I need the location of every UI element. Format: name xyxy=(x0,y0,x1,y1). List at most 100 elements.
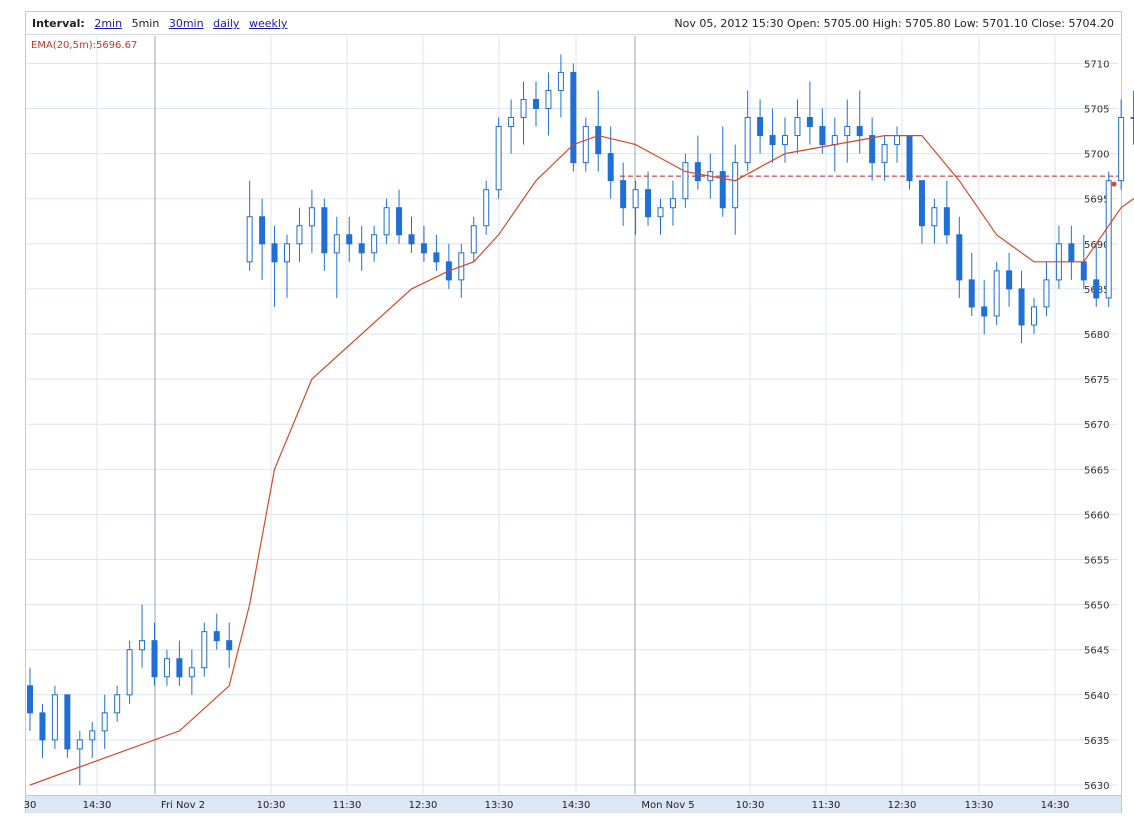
x-tick-label: Fri Nov 2 xyxy=(161,800,205,811)
candle-body xyxy=(943,207,950,236)
y-tick-label: 5660 xyxy=(1084,510,1109,521)
candle-body xyxy=(139,640,146,651)
candle-body xyxy=(769,135,776,146)
candle-body xyxy=(744,117,751,164)
x-tick-label: 10:30 xyxy=(736,800,765,811)
candle-body xyxy=(595,126,602,155)
candle-body xyxy=(1118,117,1125,182)
candle-body xyxy=(470,225,477,254)
candle-body xyxy=(520,98,527,119)
y-tick-label: 5705 xyxy=(1084,105,1109,116)
y-tick-label: 5710 xyxy=(1084,59,1109,70)
x-tick-label: 13:30 xyxy=(965,800,994,811)
y-tick-label: 5635 xyxy=(1084,736,1109,747)
x-tick-label: 14:30 xyxy=(1041,800,1070,811)
candle-body xyxy=(201,631,208,669)
candle-body xyxy=(993,270,1000,317)
x-tick-label: 14:30 xyxy=(83,800,112,811)
candle-body xyxy=(1018,288,1025,326)
y-tick-label: 5680 xyxy=(1084,330,1109,341)
candle-body xyxy=(694,162,701,182)
candle-body xyxy=(956,234,963,281)
candle-body xyxy=(51,694,58,741)
candle-body xyxy=(894,135,901,146)
candle-body xyxy=(981,306,988,317)
x-tick-label: 30 xyxy=(24,800,37,811)
y-tick-label: 5640 xyxy=(1084,691,1109,702)
y-tick-label: 5650 xyxy=(1084,601,1109,612)
candle-body xyxy=(968,279,975,308)
candle-body xyxy=(333,234,340,254)
candle-body xyxy=(931,207,938,227)
candle-body xyxy=(533,98,539,110)
candle-body xyxy=(831,135,838,146)
y-tick-label: 5645 xyxy=(1084,646,1109,657)
candle-body xyxy=(732,162,739,209)
candle-body xyxy=(806,117,813,128)
candle-body xyxy=(1105,180,1112,299)
candle-body xyxy=(570,71,577,164)
candle-body xyxy=(582,126,589,164)
candle-body xyxy=(782,135,788,146)
candle-body xyxy=(151,640,158,678)
candlestick-chart[interactable]: 5630 5635 5640 5645 5650 5655 5660 5665 5670 5675… xyxy=(0,0,1134,823)
ema-legend: EMA(20,5m):5696.67 xyxy=(31,40,138,51)
candle-body xyxy=(64,694,71,750)
candle-body xyxy=(27,685,33,714)
candle-body xyxy=(114,694,121,714)
candle-body xyxy=(176,658,183,678)
candle-body xyxy=(682,162,689,200)
y-tick-label: 5655 xyxy=(1084,556,1109,567)
candle-body xyxy=(1093,279,1100,299)
ema-line xyxy=(29,134,1134,786)
candle-body xyxy=(495,126,502,191)
candle-body xyxy=(433,252,440,263)
candle-body xyxy=(188,667,195,678)
candle-body xyxy=(508,117,515,128)
ema-end-marker xyxy=(1111,181,1117,187)
candle-body xyxy=(284,243,290,263)
candle-body xyxy=(881,144,888,164)
candle-body xyxy=(545,89,552,109)
x-tick-label: 14:30 xyxy=(562,800,591,811)
candle-body xyxy=(1043,279,1050,308)
candle-body xyxy=(308,207,315,227)
y-tick-label: 5675 xyxy=(1084,375,1109,386)
candle-body xyxy=(869,135,876,164)
x-tick-label: Mon Nov 5 xyxy=(641,800,694,811)
candle-body xyxy=(906,135,913,182)
candle-body xyxy=(371,234,378,254)
candle-body xyxy=(657,207,664,218)
candle-body xyxy=(408,234,415,245)
candle-body xyxy=(483,189,490,227)
candle-body xyxy=(101,712,108,732)
candle-body xyxy=(246,216,253,263)
candle-body xyxy=(346,234,353,245)
candle-body xyxy=(226,640,233,651)
candle-body xyxy=(819,126,826,146)
candle-body xyxy=(259,216,266,245)
candle-body xyxy=(296,225,303,245)
candle-body xyxy=(271,243,278,263)
candle-body xyxy=(557,71,564,91)
candle-body xyxy=(719,171,726,209)
candle-body xyxy=(669,198,676,209)
candle-body xyxy=(126,649,133,696)
candle-body xyxy=(632,189,639,209)
candle-body xyxy=(321,207,328,254)
y-tick-label: 5700 xyxy=(1084,150,1109,161)
candle-body xyxy=(856,126,863,137)
candle-body xyxy=(794,117,801,137)
candle-body xyxy=(76,739,83,750)
candle-body xyxy=(89,730,96,741)
candle-body xyxy=(1006,270,1013,290)
candle-body xyxy=(39,712,46,741)
candle-body xyxy=(396,207,403,236)
candle-body xyxy=(918,180,925,227)
x-tick-label: 12:30 xyxy=(409,800,438,811)
candle-body xyxy=(1068,243,1075,263)
y-tick-label: 5665 xyxy=(1084,465,1109,476)
y-tick-label: 5695 xyxy=(1084,195,1109,206)
candle-body xyxy=(420,243,427,254)
candle-body xyxy=(757,117,764,137)
